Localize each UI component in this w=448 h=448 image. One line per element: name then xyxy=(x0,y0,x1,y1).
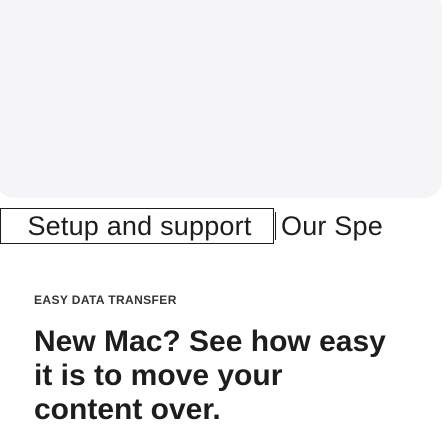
card-eyebrow: EASY DATA TRANSFER xyxy=(34,293,177,307)
data-transfer-card[interactable]: EASY DATA TRANSFER New Mac? See how easy… xyxy=(34,292,434,427)
section-tabs: Setup and support Our Spe xyxy=(0,208,448,244)
hero-card xyxy=(0,0,442,198)
page: Setup and support Our Spe EASY DATA TRAN… xyxy=(0,0,448,448)
card-headline[interactable]: New Mac? See how easy it is to move your… xyxy=(34,325,394,427)
tab-our-spe[interactable]: Our Spe xyxy=(279,208,383,244)
tab-setup-and-support[interactable]: Setup and support xyxy=(0,208,274,244)
tab-divider xyxy=(275,212,276,240)
